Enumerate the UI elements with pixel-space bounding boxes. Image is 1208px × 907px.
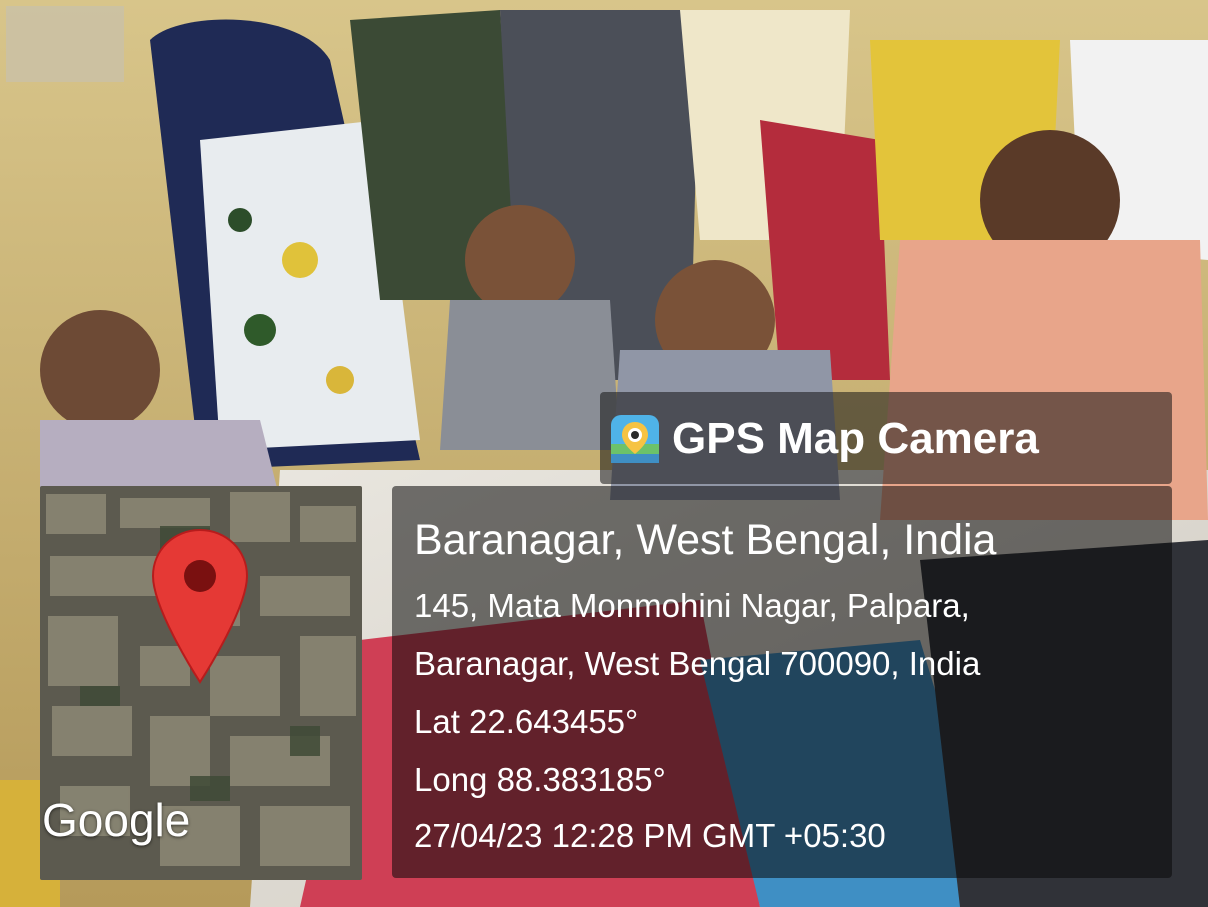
place-title: Baranagar, West Bengal, India	[414, 516, 997, 564]
address-line-2: Baranagar, West Bengal 700090, India	[414, 645, 981, 682]
map-provider-logo: Google	[42, 794, 191, 846]
location-info-panel: Baranagar, West Bengal, India 145, Mata …	[392, 486, 1172, 878]
app-name: GPS Map Camera	[672, 414, 1039, 463]
gps-map-camera-app-icon	[611, 415, 659, 463]
photo-stage: GPS Map Camera Google Baranagar, West Be…	[0, 0, 1208, 907]
datetime-text: 27/04/23 12:28 PM GMT +05:30	[414, 817, 886, 854]
app-badge: GPS Map Camera	[600, 392, 1172, 484]
address-line-1: 145, Mata Monmohini Nagar, Palpara,	[414, 587, 970, 624]
latitude-text: Lat 22.643455°	[414, 703, 639, 740]
map-thumbnail: Google	[40, 486, 362, 880]
longitude-text: Long 88.383185°	[414, 761, 666, 798]
